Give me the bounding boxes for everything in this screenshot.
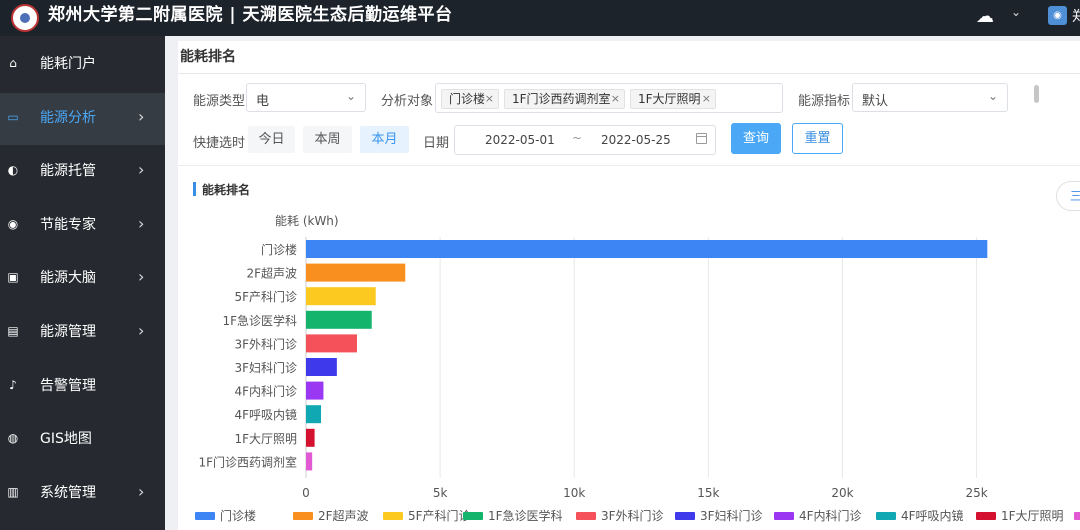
sidebar-item[interactable]: ▭ 能源分析 › [0,92,165,145]
app-title: 郑州大学第二附属医院 | 天溯医院生态后勤运维平台 [48,5,453,25]
bar [306,240,988,258]
bar [306,310,372,329]
y-tick-label: 4F呼吸内镜 [234,407,297,422]
y-tick-label: 1F门诊西药调剂室 [198,454,297,469]
sidebar-item-label: 节能专家 [40,216,96,233]
sidebar-item-label: GIS地图 [40,431,92,448]
brain-icon: ▣ [7,270,19,285]
legend-label: 4F内科门诊 [799,508,862,523]
bar [306,428,315,447]
x-tick-label: 20k [831,486,853,500]
ranking-bar-chart: 能耗 (kWh) 0 5k 10k 15k 20k 25k 门诊楼 2F超声波 5F产科门诊 1F急… [195,214,1080,523]
legend-label: 3F妇科门诊 [700,508,763,523]
sidebar-item-label: 告警管理 [40,377,96,394]
legend-label: 5F产科门诊 [408,508,471,523]
chevron-right-icon: › [138,160,145,180]
legend-label: 门诊楼 [220,508,256,523]
management-icon: ▤ [7,324,19,338]
y-tick-label: 5F产科门诊 [234,289,297,304]
sidebar-item[interactable]: ◍ GIS地图 [0,414,165,466]
chevron-right-icon: › [138,481,145,501]
y-tick-label: 2F超声波 [246,266,297,281]
sidebar-item-label: 能源大脑 [40,270,96,287]
legend-swatch [1074,512,1080,520]
bar [306,452,313,471]
sidebar-item[interactable]: ▥ 系统管理 › [0,468,165,520]
legend-swatch [293,512,313,520]
bar [306,263,406,282]
sidebar-item-label: 能耗门户 [40,56,96,72]
home-icon: ⌂ [9,56,17,70]
legend-label: 1F急诊医学科 [488,508,563,523]
legend-swatch [195,512,215,520]
expert-icon: ◉ [7,216,19,231]
sidebar-item-label: 能源托管 [40,163,96,180]
y-tick-label: 3F妇科门诊 [234,360,297,375]
bar [306,334,357,353]
bar [306,358,337,376]
sidebar-item[interactable]: ⌂ 能耗门户 [0,39,165,91]
legend-label: 2F超声波 [318,508,369,523]
chevron-right-icon: › [138,321,145,340]
y-tick-label: 1F急诊医学科 [222,313,297,328]
x-tick-label: 5k [433,486,448,500]
x-tick-label: 10k [563,486,585,500]
sidebar-item-label: 能源分析 [40,109,96,126]
legend-swatch [876,512,896,520]
sidebar-item[interactable]: ◉ 节能专家 › [0,200,165,252]
chevron-down-icon[interactable]: ⌄ [1011,5,1021,19]
user-name[interactable]: 郑 [1072,6,1080,26]
x-tick-label: 15k [697,486,719,500]
monitor-icon: ▭ [7,109,19,124]
top-bar: 郑州大学第二附属医院 | 天溯医院生态后勤运维平台 ☁ ⌄ ◉ 郑 [0,0,1080,36]
sidebar-item[interactable]: ▣ 能源大脑 › [0,253,165,305]
sidebar-item-label: 系统管理 [40,484,96,501]
chevron-right-icon: › [138,106,145,126]
y-tick-label: 门诊楼 [261,242,297,257]
y-tick-label: 1F大厅照明 [234,432,297,446]
bar [306,405,322,424]
legend-label: 3F外科门诊 [601,508,664,523]
sidebar-item[interactable]: ◐ 能源托管 › [0,146,165,198]
sidebar-item-label: 能源管理 [40,324,96,340]
main-panel: 能耗排名 能源类型 电 ⌄ 分析对象 门诊楼 × 1F门诊西药调剂室 × 1F大… [178,41,1080,530]
sidebar-item[interactable]: ♪ 告警管理 [0,361,165,413]
y-tick-label: 4F内科门诊 [234,384,297,399]
bar [306,381,324,400]
y-axis-label: 能耗 (kWh) [275,214,339,228]
legend-label: 1F大厅照明 [1001,509,1064,523]
bar [306,287,376,306]
legend-swatch [383,512,403,520]
legend-label: 4F呼吸内镜 [901,508,964,523]
legend-swatch [976,512,996,520]
x-tick-label: 25k [965,486,987,500]
legend-swatch [576,512,596,520]
x-tick-label: 0 [302,486,310,500]
sidebar: ⌂ 能耗门户 ▭ 能源分析 › ◐ 能源托管 › ◉ 节能专家 › ▣ 能源大脑 › ▤ 能源管理 › ♪ 告警管理… [0,36,165,530]
chevron-right-icon: › [138,213,145,233]
hospital-logo [11,4,39,32]
globe-icon: ◍ [7,431,19,446]
avatar[interactable]: ◉ [1048,6,1067,25]
y-tick-label: 3F外科门诊 [234,336,297,351]
system-icon: ▥ [7,484,19,499]
chevron-right-icon: › [138,267,145,287]
sidebar-item[interactable]: ▤ 能源管理 › [0,307,165,359]
legend-swatch [675,512,695,520]
weather-icon[interactable]: ☁ [976,6,994,27]
legend-swatch [463,512,483,520]
legend-swatch [774,512,794,520]
bell-icon: ♪ [9,377,17,392]
hosting-icon: ◐ [7,163,19,178]
